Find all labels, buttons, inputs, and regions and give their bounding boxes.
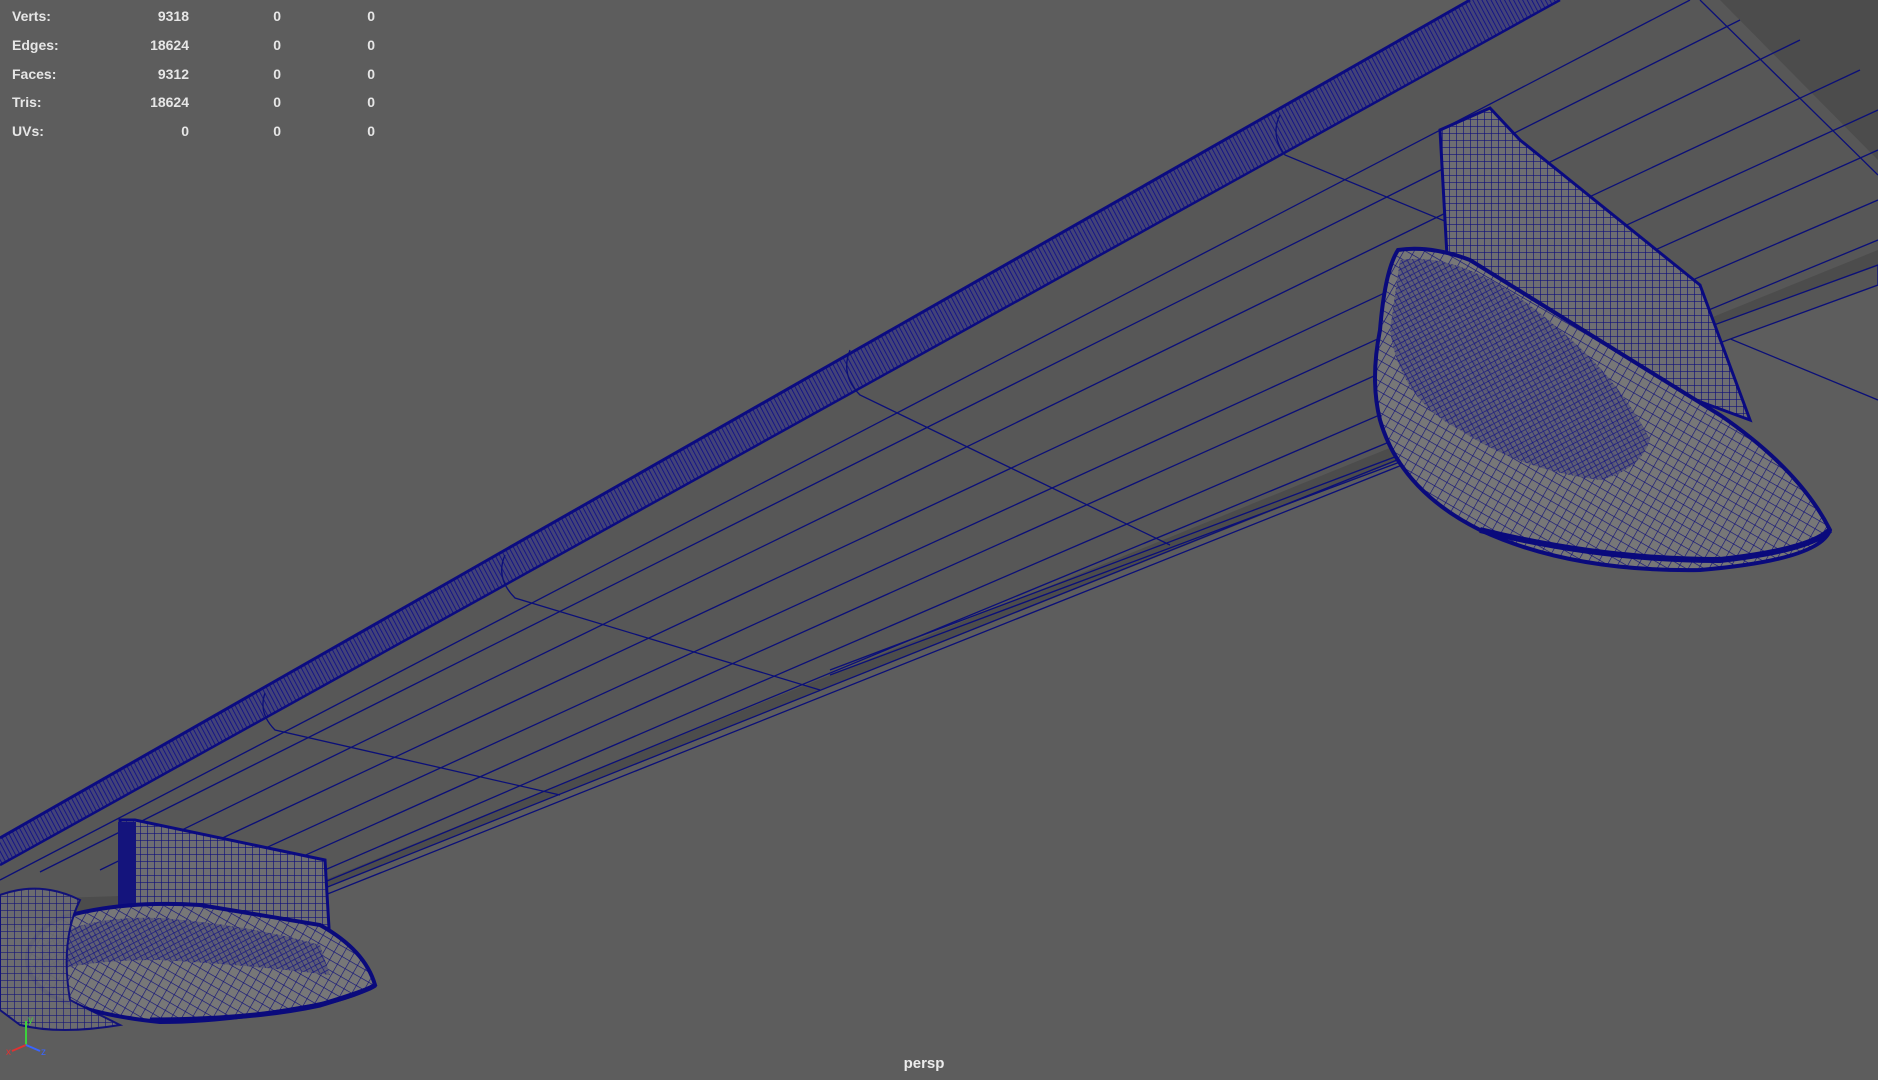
hud-value: 9312 (157, 65, 189, 82)
left-bracket-fin-edge (118, 822, 136, 912)
hud-value: 0 (273, 94, 281, 111)
hud-value: 0 (367, 94, 375, 111)
hud-row-edges: Edges: 18624 0 0 (12, 31, 375, 60)
hud-value: 18624 (150, 37, 189, 54)
hud-label: UVs: (12, 123, 44, 140)
axis-label-z: z (41, 1047, 46, 1055)
heads-up-poly-count: Verts: 9318 0 0 Edges: 18624 0 0 Faces: … (12, 2, 375, 145)
hud-value: 0 (367, 37, 375, 54)
hud-value: 0 (273, 123, 281, 140)
hud-value: 18624 (150, 94, 189, 111)
hud-label: Faces: (12, 65, 57, 82)
axis-label-x: x (6, 1047, 11, 1055)
axis-gizmo-icon: x y z (6, 1015, 46, 1055)
hud-value: 0 (273, 8, 281, 25)
hud-value: 0 (367, 65, 375, 82)
hud-row-verts: Verts: 9318 0 0 (12, 2, 375, 31)
hud-row-faces: Faces: 9312 0 0 (12, 59, 375, 88)
hud-row-uvs: UVs: 0 0 0 (12, 117, 375, 146)
hud-row-tris: Tris: 18624 0 0 (12, 88, 375, 117)
hud-label: Tris: (12, 94, 42, 111)
hud-label: Edges: (12, 37, 59, 54)
axis-label-y: y (28, 1015, 33, 1026)
camera-name-label: persp (903, 1055, 945, 1072)
hud-value: 0 (367, 123, 375, 140)
hud-value: 0 (367, 8, 375, 25)
wireframe-scene[interactable] (0, 0, 1878, 1080)
hud-value: 0 (181, 123, 189, 140)
hud-label: Verts: (12, 8, 51, 25)
hud-value: 9318 (157, 8, 189, 25)
3d-viewport[interactable]: Verts: 9318 0 0 Edges: 18624 0 0 Faces: … (0, 0, 1878, 1080)
hud-value: 0 (273, 65, 281, 82)
hud-value: 0 (273, 37, 281, 54)
